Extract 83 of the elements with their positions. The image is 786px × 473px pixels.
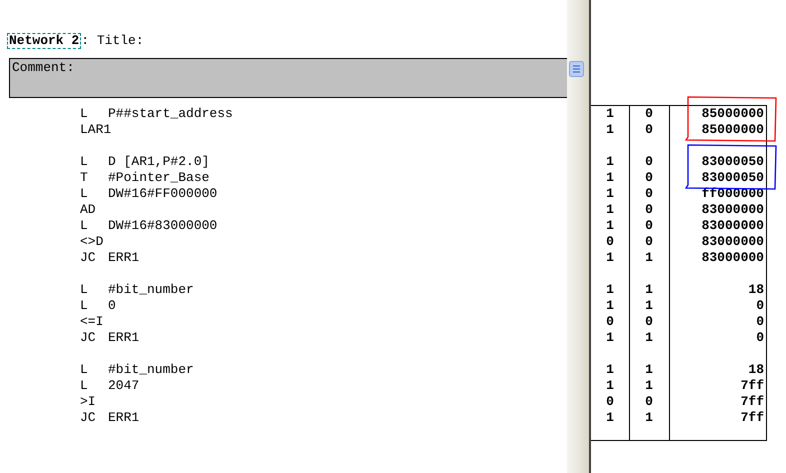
comment-box[interactable]: Comment: xyxy=(9,58,567,98)
instruction: JC xyxy=(80,410,97,426)
instruction: L xyxy=(80,298,89,314)
operand: ERR1 xyxy=(108,330,140,346)
operand: P##start_address xyxy=(108,106,233,122)
table-cell-text: 1 xyxy=(644,330,654,346)
table-cell-text: 0 xyxy=(605,394,615,410)
operand: #Pointer_Base xyxy=(108,170,210,186)
table-cell-text: 7ff xyxy=(740,394,764,410)
operand: ERR1 xyxy=(108,410,140,426)
table-cell-text: 1 xyxy=(605,202,615,218)
table-cell-text: 0 xyxy=(644,202,654,218)
operand: #bit_number xyxy=(108,282,194,298)
instruction: L xyxy=(80,362,89,378)
operand: D [AR1,P#2.0] xyxy=(108,154,210,170)
table-cell-text: 85000000 xyxy=(700,122,764,138)
operand: DW#16#83000000 xyxy=(108,218,218,234)
operand: ERR1 xyxy=(108,250,140,266)
table-cell-text: 0 xyxy=(755,298,764,314)
table-cell-text: 1 xyxy=(644,410,654,426)
table-cell-text: 1 xyxy=(605,330,615,346)
table-cell-text: 1 xyxy=(644,362,654,378)
table-cell-text: 0 xyxy=(755,330,764,346)
table-cell-text: 85000000 xyxy=(700,106,764,122)
table-cell-text: 0 xyxy=(644,106,654,122)
table-cell-text: 0 xyxy=(755,314,764,330)
table-cell-text: 18 xyxy=(747,282,764,298)
table-cell-text: 0 xyxy=(644,234,654,250)
instruction: L xyxy=(80,218,89,234)
table-cell-text: 7ff xyxy=(740,378,764,394)
table-cell-text: 1 xyxy=(644,282,654,298)
table-cell-text: 83000000 xyxy=(700,234,764,250)
list-icon[interactable] xyxy=(569,61,584,77)
instruction: L xyxy=(80,282,89,298)
network-title: : Title: xyxy=(81,34,144,48)
table-cell-text: 0 xyxy=(644,122,654,138)
operand: #bit_number xyxy=(108,362,194,378)
table-cell-text: 1 xyxy=(605,298,615,314)
instruction: L xyxy=(80,186,89,202)
instruction: L xyxy=(80,378,89,394)
operand: DW#16#FF000000 xyxy=(108,186,218,202)
table-cell-text: 1 xyxy=(605,106,615,122)
table-cell-text: 7ff xyxy=(740,410,764,426)
table-cell-text: 1 xyxy=(644,250,654,266)
table-cell-text: 83000000 xyxy=(700,202,764,218)
table-cell-text: 0 xyxy=(605,314,615,330)
table-cell-text: 0 xyxy=(644,154,654,170)
table-cell-text: 1 xyxy=(644,378,654,394)
table-cell-text: 1 xyxy=(605,362,615,378)
network-label[interactable]: Network 2 xyxy=(7,33,82,49)
table-cell-text: 1 xyxy=(644,298,654,314)
table-cell-text: 0 xyxy=(644,218,654,234)
table-cell-text: 1 xyxy=(605,282,615,298)
instruction: L xyxy=(80,106,89,122)
table-cell-text: 0 xyxy=(644,314,654,330)
table-cell-text: 1 xyxy=(605,122,615,138)
table-cell-text: 83000000 xyxy=(700,250,764,266)
instruction: T xyxy=(80,170,89,186)
table-cell-text: 1 xyxy=(605,378,615,394)
table-cell-text: 83000050 xyxy=(700,154,764,170)
table-cell-text: 1 xyxy=(605,410,615,426)
table-cell-text: 83000000 xyxy=(700,218,764,234)
instruction: AD xyxy=(80,202,97,218)
instruction: JC xyxy=(80,250,97,266)
table-cell-text: 1 xyxy=(605,154,615,170)
instruction: L xyxy=(80,154,89,170)
instruction: <>D xyxy=(80,234,104,250)
table-cell-text: 83000050 xyxy=(700,170,764,186)
table-cell-text: 0 xyxy=(644,170,654,186)
table-cell-text: 1 xyxy=(605,186,615,202)
instruction: <=I xyxy=(80,314,104,330)
table-cell-text: 0 xyxy=(644,186,654,202)
table-cell-text: 1 xyxy=(605,250,615,266)
table-cell-text: 0 xyxy=(605,234,615,250)
table-cell-text: 18 xyxy=(747,362,764,378)
table-cell-text: 1 xyxy=(605,218,615,234)
operand: 2047 xyxy=(108,378,140,394)
table-cell-text: 0 xyxy=(644,394,654,410)
instruction: >I xyxy=(80,394,97,410)
operand: 0 xyxy=(108,298,116,314)
table-cell-text: 1 xyxy=(605,170,615,186)
instruction: LAR1 xyxy=(80,122,108,138)
instruction: JC xyxy=(80,330,97,346)
